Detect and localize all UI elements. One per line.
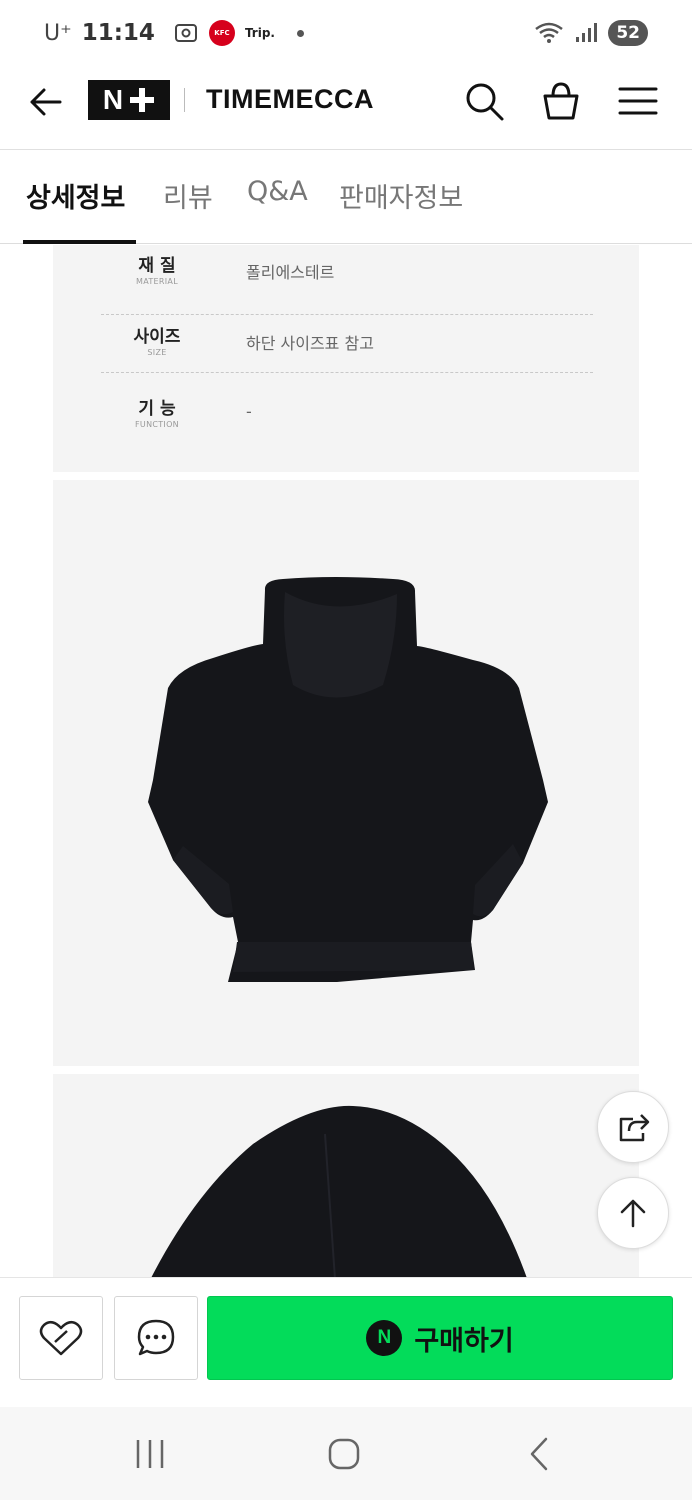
product-tabs: 상세정보 리뷰 Q&A 판매자정보: [0, 150, 692, 244]
search-icon[interactable]: [463, 80, 505, 122]
scroll-top-button[interactable]: [597, 1177, 669, 1249]
logo-divider: [184, 88, 185, 112]
spec-label: 사이즈: [133, 327, 181, 347]
product-image-back: [53, 480, 639, 1066]
signal-icon: [576, 23, 598, 42]
screenshot-notification-icon: [174, 24, 197, 42]
scroll-top-icon: [620, 1199, 646, 1228]
spec-table: 재 질 MATERIAL 폴리에스테르 사이즈 SIZE 하단 사이즈표 참고 …: [53, 245, 639, 472]
status-left: U⁺ 11:14 KFC Trip.: [44, 20, 304, 46]
carrier-label: U⁺: [44, 20, 72, 46]
brand-name[interactable]: TIMEMECCA: [206, 84, 374, 115]
share-icon: [619, 1114, 650, 1142]
product-image-hood: [53, 1074, 639, 1277]
back-icon[interactable]: [514, 1429, 564, 1479]
nplus-logo[interactable]: N: [88, 80, 170, 120]
product-detail-content[interactable]: 재 질 MATERIAL 폴리에스테르 사이즈 SIZE 하단 사이즈표 참고 …: [0, 245, 692, 1277]
wishlist-button[interactable]: [19, 1296, 103, 1380]
battery-level: 52: [608, 20, 648, 46]
trip-app-label: Trip.: [244, 26, 275, 40]
more-notifications-dot: [296, 29, 304, 37]
status-clock: 11:14: [81, 20, 155, 46]
naver-pay-badge: N: [366, 1320, 403, 1356]
kfc-app-icon: KFC: [208, 20, 235, 46]
tab-details[interactable]: 상세정보: [26, 176, 125, 215]
tab-seller-info[interactable]: 판매자정보: [339, 176, 463, 215]
tab-qna[interactable]: Q&A: [247, 176, 308, 207]
spec-label: 재 질: [138, 256, 176, 276]
purchase-action-bar: N 구매하기: [0, 1277, 692, 1407]
spec-sublabel: FUNCTION: [135, 420, 179, 429]
active-tab-indicator: [23, 240, 136, 244]
spec-label: 기 능: [138, 399, 176, 419]
app-header: N TIMEMECCA: [0, 66, 692, 150]
spec-value: 하단 사이즈표 참고: [246, 334, 374, 353]
tab-reviews[interactable]: 리뷰: [163, 176, 213, 215]
spec-value: 폴리에스테르: [246, 263, 335, 282]
home-icon[interactable]: [319, 1429, 369, 1479]
menu-icon[interactable]: [617, 80, 659, 122]
status-bar: U⁺ 11:14 KFC Trip. 52: [0, 0, 692, 66]
wifi-icon: [535, 22, 564, 43]
share-button[interactable]: [597, 1091, 669, 1163]
system-nav-bar: [0, 1407, 692, 1500]
logo-letter: N: [102, 84, 124, 115]
hoodie-back-illustration: [148, 577, 548, 982]
spec-row-size: 사이즈 SIZE 하단 사이즈표 참고: [101, 303, 593, 373]
inquiry-button[interactable]: [114, 1296, 198, 1380]
buy-label: 구매하기: [414, 1325, 514, 1357]
spec-value: -: [246, 402, 252, 421]
spec-sublabel: SIZE: [147, 348, 167, 357]
buy-button[interactable]: N 구매하기: [207, 1296, 673, 1380]
spec-row-function: 기 능 FUNCTION -: [101, 375, 593, 445]
heart-icon: [39, 1321, 83, 1356]
back-arrow-icon[interactable]: [26, 82, 66, 122]
status-right: 52: [534, 20, 648, 46]
shopping-bag-icon[interactable]: [540, 80, 582, 122]
spec-sublabel: MATERIAL: [136, 277, 178, 286]
hoodie-hood-illustration: [151, 1105, 527, 1277]
chat-icon: [137, 1319, 175, 1356]
recents-icon[interactable]: [125, 1429, 175, 1479]
plus-icon: [130, 88, 155, 112]
